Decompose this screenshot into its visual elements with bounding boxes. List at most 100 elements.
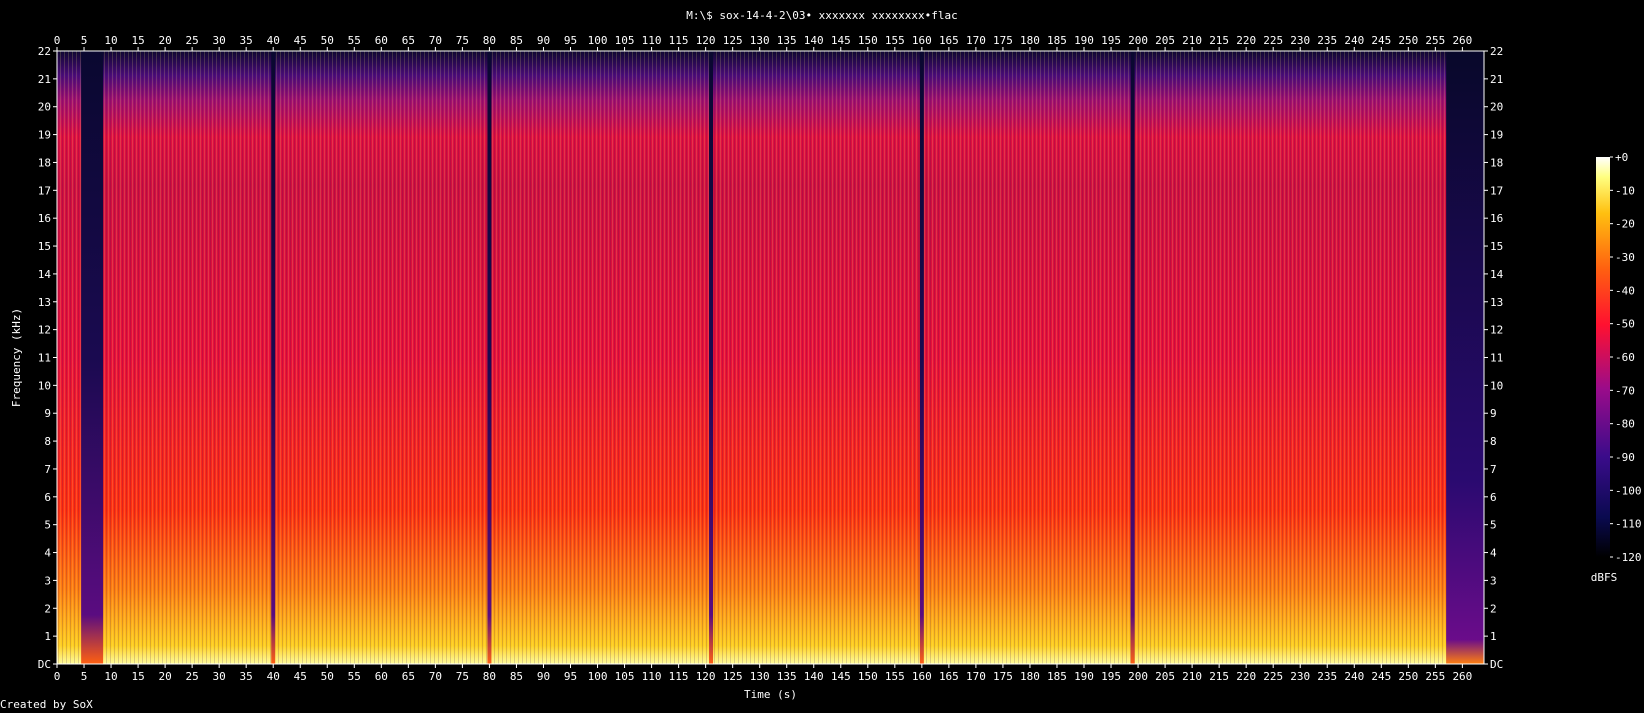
y-tick-label: 17 <box>38 184 51 197</box>
x-tick-label: 245 <box>1371 670 1391 683</box>
x-tick-label: 260 <box>1452 670 1472 683</box>
x-tick-label: 250 <box>1398 670 1418 683</box>
x-tick-label: 180 <box>1020 670 1040 683</box>
x-tick-label: 50 <box>321 34 334 47</box>
x-tick-label: 245 <box>1371 34 1391 47</box>
x-tick-label: 115 <box>669 670 689 683</box>
colorbar: +0 -10 -20 -30 -40 -50 -60 -70 -80 -90 -100 -110 -12… <box>1596 151 1642 564</box>
x-tick-label: 205 <box>1155 34 1175 47</box>
x-tick-label: 25 <box>186 670 199 683</box>
y-tick-label: 15 <box>38 240 51 253</box>
x-tick-label: 150 <box>858 670 878 683</box>
x-tick-label: 185 <box>1047 670 1067 683</box>
x-ticks-bottom: 0 5 10 15 20 25 30 35 40 45 50 55 60 65 70 75 80 85 90 95 10… <box>54 664 1472 683</box>
y-tick-label: 9 <box>1490 407 1497 420</box>
x-tick-label: 195 <box>1101 670 1121 683</box>
x-tick-label: 55 <box>348 34 361 47</box>
x-ticks-top: 0 5 10 15 20 25 30 35 40 45 50 55 60 65 70 75 80 85 90 95 10… <box>54 34 1472 51</box>
y-tick-label: 18 <box>38 156 51 169</box>
x-tick-label: 210 <box>1182 670 1202 683</box>
colorbar-tick-label: -100 <box>1615 484 1642 497</box>
y-tick-label: 19 <box>1490 129 1503 142</box>
x-tick-label: 85 <box>510 34 523 47</box>
colorbar-tick-label: -50 <box>1615 318 1635 331</box>
x-tick-label: 35 <box>240 670 253 683</box>
x-tick-label: 220 <box>1236 34 1256 47</box>
colorbar-label: dBFS <box>1591 571 1618 584</box>
x-tick-label: 45 <box>294 670 307 683</box>
x-tick-label: 165 <box>939 670 959 683</box>
x-tick-label: 125 <box>723 34 743 47</box>
x-tick-label: 65 <box>402 670 415 683</box>
quiet-gap <box>1446 51 1484 664</box>
colorbar-gradient <box>1596 157 1610 557</box>
y-ticks-right: DC12345678910111213141516171819202122 <box>1484 45 1504 671</box>
x-tick-label: 230 <box>1290 670 1310 683</box>
x-tick-label: 60 <box>375 670 388 683</box>
x-tick-label: 145 <box>831 34 851 47</box>
y-tick-label: DC <box>38 658 51 671</box>
x-tick-label: 160 <box>912 670 932 683</box>
y-tick-label: 18 <box>1490 156 1503 169</box>
x-tick-label: 230 <box>1290 34 1310 47</box>
y-ticks-left: DC12345678910111213141516171819202122 <box>38 45 57 671</box>
x-tick-label: 125 <box>723 670 743 683</box>
x-tick-label: 80 <box>483 34 496 47</box>
x-tick-label: 150 <box>858 34 878 47</box>
x-tick-label: 100 <box>588 670 608 683</box>
y-tick-label: 8 <box>44 435 51 448</box>
x-tick-label: 5 <box>81 34 88 47</box>
y-tick-label: 1 <box>1490 630 1497 643</box>
colorbar-tick-label: -10 <box>1615 184 1635 197</box>
y-tick-label: 5 <box>44 519 51 532</box>
x-tick-label: 170 <box>966 670 986 683</box>
x-tick-label: 155 <box>885 670 905 683</box>
x-tick-label: 105 <box>615 34 635 47</box>
x-tick-label: 210 <box>1182 34 1202 47</box>
y-tick-label: 4 <box>1490 547 1497 560</box>
quiet-gap <box>1130 51 1135 664</box>
x-axis-label: Time (s) <box>744 688 797 701</box>
x-tick-label: 180 <box>1020 34 1040 47</box>
colorbar-tick-label: -70 <box>1615 384 1635 397</box>
y-tick-label: 1 <box>44 630 51 643</box>
y-tick-label: 12 <box>38 324 51 337</box>
y-tick-label: 8 <box>1490 435 1497 448</box>
x-tick-label: 0 <box>54 34 61 47</box>
x-tick-label: 190 <box>1074 34 1094 47</box>
x-tick-label: 70 <box>429 34 442 47</box>
y-tick-label: 2 <box>1490 602 1497 615</box>
x-tick-label: 255 <box>1425 34 1445 47</box>
y-tick-label: DC <box>1490 658 1503 671</box>
y-tick-label: 11 <box>38 352 51 365</box>
y-tick-label: 7 <box>44 463 51 476</box>
y-tick-label: 6 <box>1490 491 1497 504</box>
x-tick-label: 250 <box>1398 34 1418 47</box>
x-tick-label: 235 <box>1317 34 1337 47</box>
x-tick-label: 165 <box>939 34 959 47</box>
y-tick-label: 10 <box>1490 379 1503 392</box>
colorbar-tick-label: +0 <box>1615 151 1628 164</box>
y-tick-label: 22 <box>38 45 51 58</box>
x-tick-label: 130 <box>750 670 770 683</box>
x-tick-label: 215 <box>1209 34 1229 47</box>
spectrogram-texture <box>57 51 1484 664</box>
x-tick-label: 205 <box>1155 670 1175 683</box>
y-tick-label: 16 <box>38 212 51 225</box>
x-tick-label: 235 <box>1317 670 1337 683</box>
x-tick-label: 195 <box>1101 34 1121 47</box>
x-tick-label: 20 <box>158 34 171 47</box>
x-tick-label: 80 <box>483 670 496 683</box>
x-tick-label: 10 <box>104 34 117 47</box>
y-tick-label: 5 <box>1490 519 1497 532</box>
colorbar-tick-label: -60 <box>1615 351 1635 364</box>
quiet-gap <box>709 51 714 664</box>
y-tick-label: 4 <box>44 547 51 560</box>
x-tick-label: 120 <box>696 670 716 683</box>
y-tick-label: 14 <box>38 268 52 281</box>
y-tick-label: 14 <box>1490 268 1504 281</box>
x-tick-label: 220 <box>1236 670 1256 683</box>
y-tick-label: 13 <box>38 296 51 309</box>
x-tick-label: 15 <box>131 34 144 47</box>
x-tick-label: 120 <box>696 34 716 47</box>
